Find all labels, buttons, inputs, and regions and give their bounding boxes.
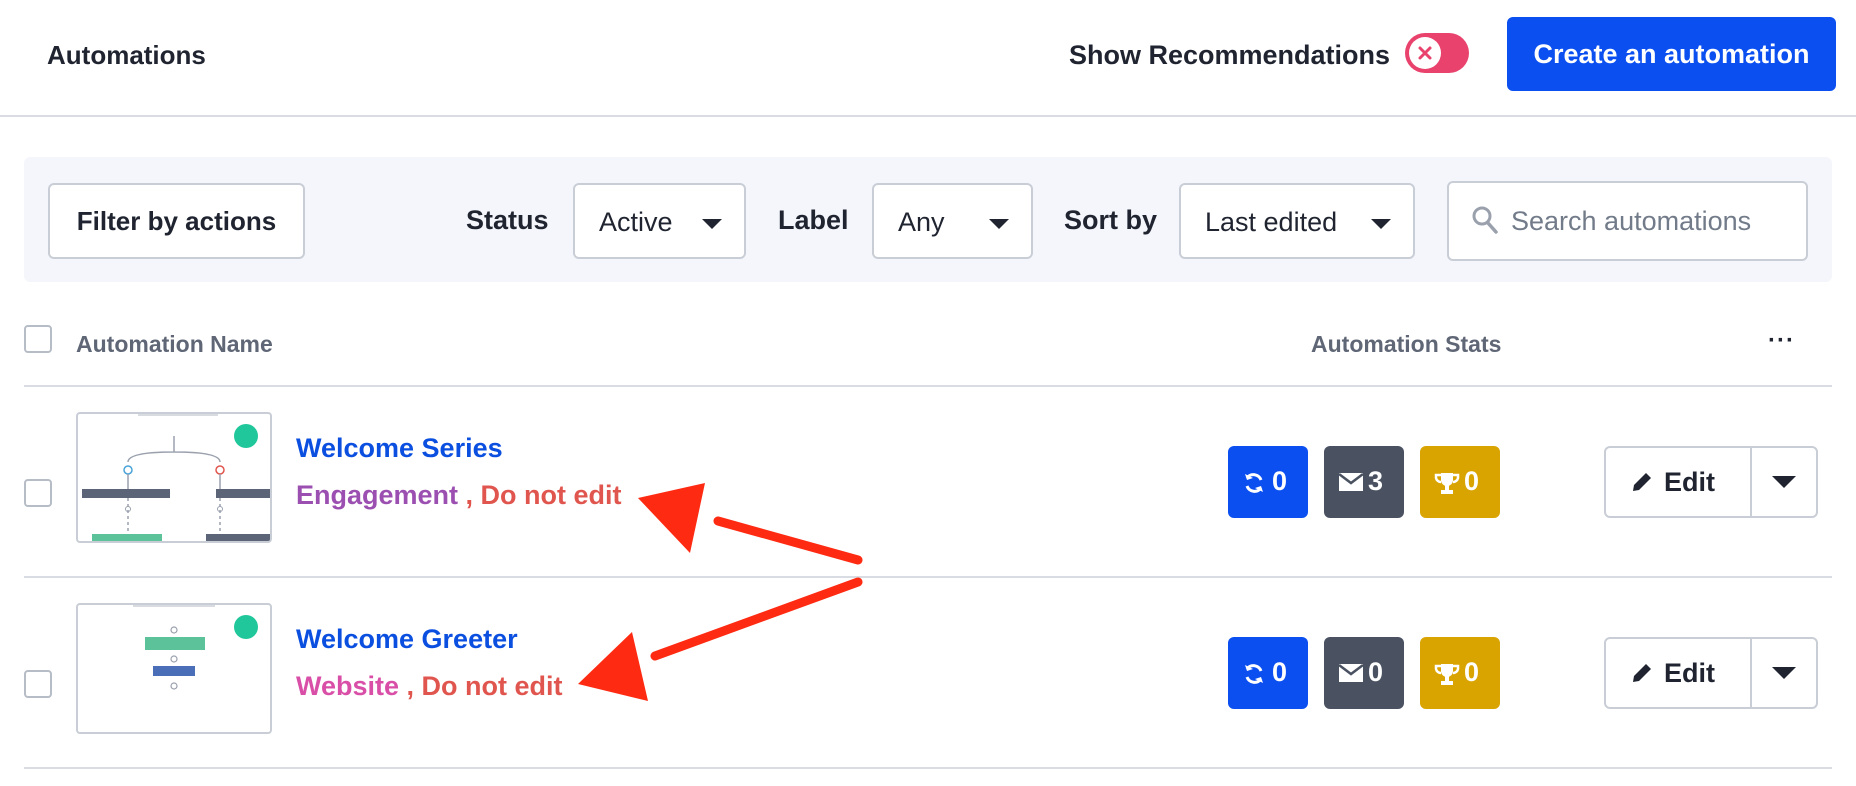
envelope-icon: [1338, 664, 1364, 682]
stat-emails-badge[interactable]: 0: [1324, 637, 1404, 709]
automation-thumbnail[interactable]: [76, 603, 272, 734]
stat-contacts-value: 0: [1272, 657, 1288, 687]
chevron-down-icon: [702, 219, 722, 229]
edit-menu-dropdown-button[interactable]: [1752, 639, 1816, 707]
sort-by-label: Sort by: [1064, 205, 1158, 235]
stat-emails-badge[interactable]: 3: [1324, 446, 1404, 518]
label-tag[interactable]: Do not edit: [481, 480, 622, 510]
status-select-value: Active: [599, 207, 673, 237]
edit-button-label: Edit: [1664, 467, 1715, 497]
chevron-down-icon: [1772, 476, 1796, 488]
edit-button-label: Edit: [1664, 658, 1715, 688]
status-active-dot: [234, 424, 258, 448]
page-title: Automations: [47, 40, 206, 70]
label-tag[interactable]: Do not edit: [422, 671, 563, 701]
row-checkbox[interactable]: [24, 479, 52, 507]
sort-select-value: Last edited: [1205, 207, 1338, 237]
stat-goals-badge[interactable]: 0: [1420, 446, 1500, 518]
divider: [24, 767, 1832, 769]
edit-button[interactable]: Edit: [1606, 639, 1752, 707]
status-filter-label: Status: [466, 205, 549, 235]
chevron-down-icon: [1772, 667, 1796, 679]
status-select[interactable]: Active: [573, 183, 746, 259]
trophy-icon: [1434, 473, 1460, 494]
stat-emails-value: 0: [1368, 657, 1384, 687]
label-tag[interactable]: Engagement: [296, 480, 458, 510]
label-separator: ,: [399, 671, 422, 701]
chevron-down-icon: [989, 219, 1009, 229]
chevron-down-icon: [1371, 219, 1391, 229]
stat-contacts-badge[interactable]: 0: [1228, 446, 1308, 518]
stat-contacts-badge[interactable]: 0: [1228, 637, 1308, 709]
select-all-checkbox[interactable]: [24, 325, 52, 353]
pencil-icon: [1633, 473, 1651, 491]
trophy-icon: [1434, 664, 1460, 685]
automation-name-link[interactable]: Welcome Series: [296, 433, 503, 464]
more-options-icon[interactable]: ···: [1768, 327, 1795, 355]
toggle-knob: [1409, 37, 1441, 69]
edit-menu-dropdown-button[interactable]: [1752, 448, 1816, 516]
column-header-automation-name[interactable]: Automation Name: [76, 331, 273, 358]
edit-button-group: Edit: [1604, 637, 1818, 709]
create-automation-button[interactable]: Create an automation: [1507, 17, 1836, 91]
label-select-value: Any: [898, 207, 945, 237]
show-recommendations-label: Show Recommendations: [1069, 40, 1391, 70]
stat-goals-value: 0: [1464, 466, 1480, 496]
automation-name-link[interactable]: Welcome Greeter: [296, 624, 518, 655]
status-active-dot: [234, 615, 258, 639]
envelope-icon: [1338, 473, 1364, 491]
pencil-icon: [1633, 664, 1651, 682]
automation-thumbnail[interactable]: [76, 412, 272, 543]
label-filter-label: Label: [778, 205, 849, 235]
filter-by-actions-button[interactable]: Filter by actions: [48, 183, 305, 259]
search-box[interactable]: [1447, 181, 1808, 261]
sort-select[interactable]: Last edited: [1179, 183, 1415, 259]
filter-bar: Filter by actions Status Active Label An…: [24, 157, 1832, 282]
search-icon: [1472, 206, 1498, 234]
stat-emails-value: 3: [1368, 466, 1384, 496]
label-separator: ,: [458, 480, 481, 510]
stat-goals-badge[interactable]: 0: [1420, 637, 1500, 709]
row-checkbox[interactable]: [24, 670, 52, 698]
automation-labels: Engagement , Do not edit: [296, 480, 622, 511]
stat-goals-value: 0: [1464, 657, 1480, 687]
label-tag[interactable]: Website: [296, 671, 399, 701]
refresh-icon: [1245, 473, 1263, 493]
refresh-icon: [1245, 664, 1263, 684]
header: Automations Show Recommendations Create …: [0, 0, 1856, 117]
table-row: Welcome Greeter Website , Do not edit 0 …: [0, 578, 1856, 768]
close-icon: [1418, 46, 1432, 60]
stat-contacts-value: 0: [1272, 466, 1288, 496]
automation-labels: Website , Do not edit: [296, 671, 563, 702]
show-recommendations-toggle[interactable]: [1405, 33, 1469, 73]
edit-button[interactable]: Edit: [1606, 448, 1752, 516]
column-header-automation-stats: Automation Stats: [1311, 331, 1502, 357]
search-input[interactable]: [1511, 203, 1791, 239]
edit-button-group: Edit: [1604, 446, 1818, 518]
table-row: Welcome Series Engagement , Do not edit …: [0, 387, 1856, 577]
label-select[interactable]: Any: [872, 183, 1033, 259]
